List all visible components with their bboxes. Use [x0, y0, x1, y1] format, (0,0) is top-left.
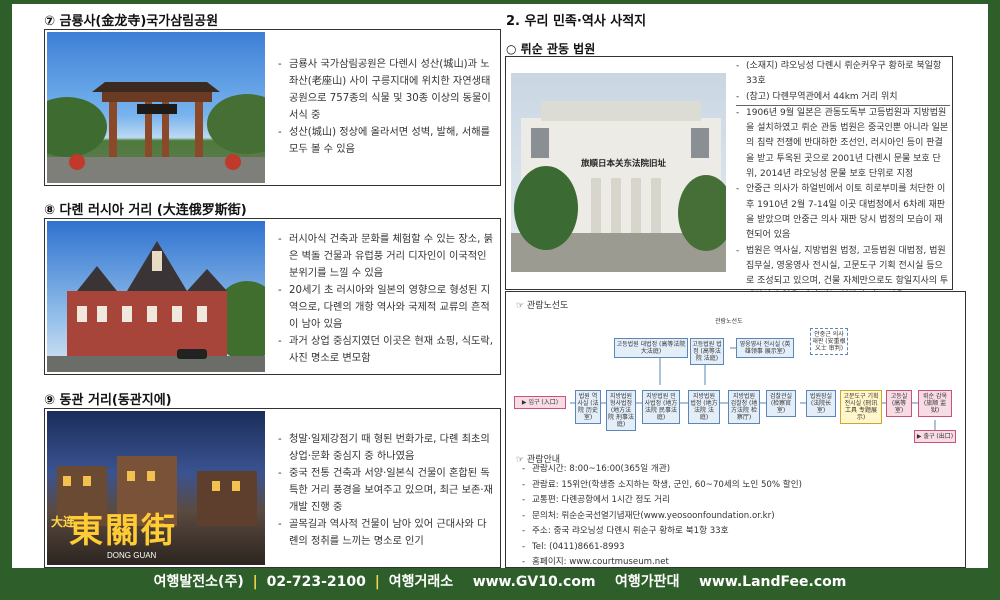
map-node: 고등법원 대법정 (高等法院 大法庭): [614, 338, 688, 358]
list-item: (참고) 다롄무역관에서 44km 거리 위치: [736, 90, 950, 106]
list-item: 관람시간: 8:00~16:00(365일 개관): [522, 462, 952, 478]
section-7-box: 금룡사 국가삼림공원은 다렌시 성산(城山)과 노좌산(老座山) 사이 구릉지대…: [44, 29, 501, 186]
list-item: 중국 전통 건축과 서양·일본식 건물이 혼합된 독특한 거리 풍경을 보여주고…: [277, 465, 495, 516]
temple-gate-illustration: [47, 82, 265, 183]
footer-company: 여행발전소(주): [153, 574, 244, 590]
visit-guide-box: ☞ 관람노선도 관람노선도 ▶ 입구 (入口) 법원 역사실 (法院 历史室) …: [505, 291, 966, 571]
temple-gate-photo: [47, 32, 265, 183]
footer-bar: 여행발전소(주) | 02-723-2100 | 여행거래소 www.GV10.…: [0, 568, 1000, 600]
footer-board: 여행가판대: [615, 574, 680, 590]
list-item: 문의처: 뤼순순국선열기념재단(www.yeosoonfoundation.or…: [522, 509, 952, 525]
footer-separator: |: [374, 574, 380, 590]
list-item: 금룡사 국가삼림공원은 다렌시 성산(城山)과 노좌산(老座山) 사이 구릉지대…: [277, 56, 495, 124]
map-node: 뤼순 감옥 (旅顺 监狱): [918, 390, 952, 417]
list-item: 골목길과 역사적 건물이 남아 있어 근대사와 다롄의 정취를 느끼는 명소로 …: [277, 516, 495, 550]
route-map-lines: [570, 347, 936, 432]
court-subtitle: ○ 뤼순 관동 법원: [506, 42, 596, 56]
list-item: Tel: (0411)8661-8993: [522, 540, 952, 556]
map-node: 영웅영사 전시실 (英雄领事 展示室): [736, 338, 794, 358]
list-item: 1906년 9월 일본은 관동도독부 고등법원과 지방법원을 설치하였고 뤼순 …: [736, 106, 950, 182]
exit-node: ▶ 출구 (出口): [914, 430, 956, 443]
court-building-illustration: [511, 101, 726, 272]
map-node: 고문도구 기획 전시실 (刑讯工具 专题展示): [840, 390, 882, 424]
map-node: 지방법원 검찰청 (地方法院 检察厅): [728, 390, 760, 424]
section-9-text: 청말·일제강점기 때 형된 번화가로, 다롄 최초의 상업·문화 중심지 중 하…: [277, 431, 495, 550]
section-8-text: 러시아식 건축과 문화를 체험할 수 있는 장소, 붉은 벽돌 건물과 유럽풍 …: [277, 231, 495, 367]
footer-phone: 02-723-2100: [266, 574, 366, 590]
building-sign: 旅順日本关东法院旧址: [581, 159, 667, 169]
list-item: 20세기 초 러시아와 일본의 영향으로 형성된 지역으로, 다롄의 개항 역사…: [277, 282, 495, 333]
dongguan-street-photo: 大连 東關街 DONG GUAN: [47, 411, 265, 565]
list-item: 교통편: 다롄공항에서 1시간 정도 거리: [522, 493, 952, 509]
russian-street-photo: [47, 221, 265, 372]
list-item: 주소: 중국 랴오닝성 다롄시 뤼순구 황하로 북1항 33호: [522, 524, 952, 540]
section-9-title: ⑨ 동관 거리(동관지에): [44, 393, 172, 408]
map-node: 지방법원 법정 (地方法院 法庭): [688, 390, 720, 424]
footer-site2-link[interactable]: www.LandFee.com: [699, 574, 846, 590]
list-item: (소재지) 랴오닝성 다롄시 뤼순커우구 황하로 북일항 33호: [736, 59, 950, 90]
section-9-box: 大连 東關街 DONG GUAN 청말·일제강점기 때 형된 번화가로, 다롄 …: [44, 408, 501, 568]
map-node: 안중근 의사 재판 (安重根 义士 审判): [810, 328, 848, 355]
entrance-node: ▶ 입구 (入口): [514, 396, 566, 409]
section-7-text: 금룡사 국가삼림공원은 다렌시 성산(城山)과 노좌산(老座山) 사이 구릉지대…: [277, 56, 495, 158]
document-page: ⑦ 금룡사(金龙寺)국가삼림공원 금룡사 국가삼림공원은 다렌시 성산(城山)과…: [12, 4, 988, 571]
section-8-title: ⑧ 다롄 러시아 거리 (大连俄罗斯街): [44, 203, 247, 218]
map-node: 검찰관실 (检察官室): [766, 390, 796, 417]
list-item: 성산(城山) 정상에 올라서면 성벽, 발해, 서해를 모두 볼 수 있음: [277, 124, 495, 158]
court-building-photo: 旅順日本关东法院旧址: [511, 73, 726, 272]
footer-separator: |: [252, 574, 258, 590]
route-map: 관람노선도 ▶ 입구 (入口) 법원 역사실 (法院 历史室) 지방법원 형사법…: [510, 310, 962, 448]
list-item: 안중근 의사가 하얼빈에서 이토 히로부미를 처단한 이후 1910년 2월 7…: [736, 182, 950, 243]
list-item: 러시아식 건축과 문화를 체험할 수 있는 장소, 붉은 벽돌 건물과 유럽풍 …: [277, 231, 495, 282]
russian-building-illustration: [47, 241, 265, 372]
section-8-box: 러시아식 건축과 문화를 체험할 수 있는 장소, 붉은 벽돌 건물과 유럽풍 …: [44, 218, 501, 375]
route-label: 관람노선도: [715, 318, 743, 325]
court-box: 旅順日本关东法院旧址 (소재지) 랴오닝성 다롄시 뤼순커우구 황하로 북일항 …: [505, 56, 953, 301]
map-node: 지방법원 민사법정 (地方法院 民事法庭): [642, 390, 680, 424]
list-item: 관람료: 15위안(학생증 소지하는 학생, 군인, 60~70세의 노인 50…: [522, 478, 952, 494]
map-node: 고등법원 법정 (高等法院 法庭): [690, 338, 724, 365]
map-node: 고등실 (高等室): [886, 390, 912, 417]
footer-site1-link[interactable]: www.GV10.com: [473, 574, 596, 590]
map-node: 지방법원 형사법정 (地方法院 刑事法庭): [606, 390, 636, 431]
sign-bottom-text: DONG GUAN: [107, 551, 157, 560]
map-node: 법원 역사실 (法院 历史室): [575, 390, 601, 424]
visit-info-list: 관람시간: 8:00~16:00(365일 개관) 관람료: 15위안(학생증 …: [522, 462, 952, 571]
list-item: 청말·일제강점기 때 형된 번화가로, 다롄 최초의 상업·문화 중심지 중 하…: [277, 431, 495, 465]
list-item: 과거 상업 중심지였던 이곳은 현재 쇼핑, 식도락, 사진 명소로 변모함: [277, 333, 495, 367]
section-2-title: 2. 우리 민족·역사 사적지: [506, 14, 647, 29]
footer-market: 여행거래소: [388, 574, 454, 590]
dongguan-sign: 東關街: [69, 511, 177, 551]
map-node: 법원장실 (法院长室): [806, 390, 836, 417]
section-7-title: ⑦ 금룡사(金龙寺)국가삼림공원: [44, 14, 219, 29]
court-text: (소재지) 랴오닝성 다롄시 뤼순커우구 황하로 북일항 33호 (참고) 다롄…: [736, 59, 950, 305]
